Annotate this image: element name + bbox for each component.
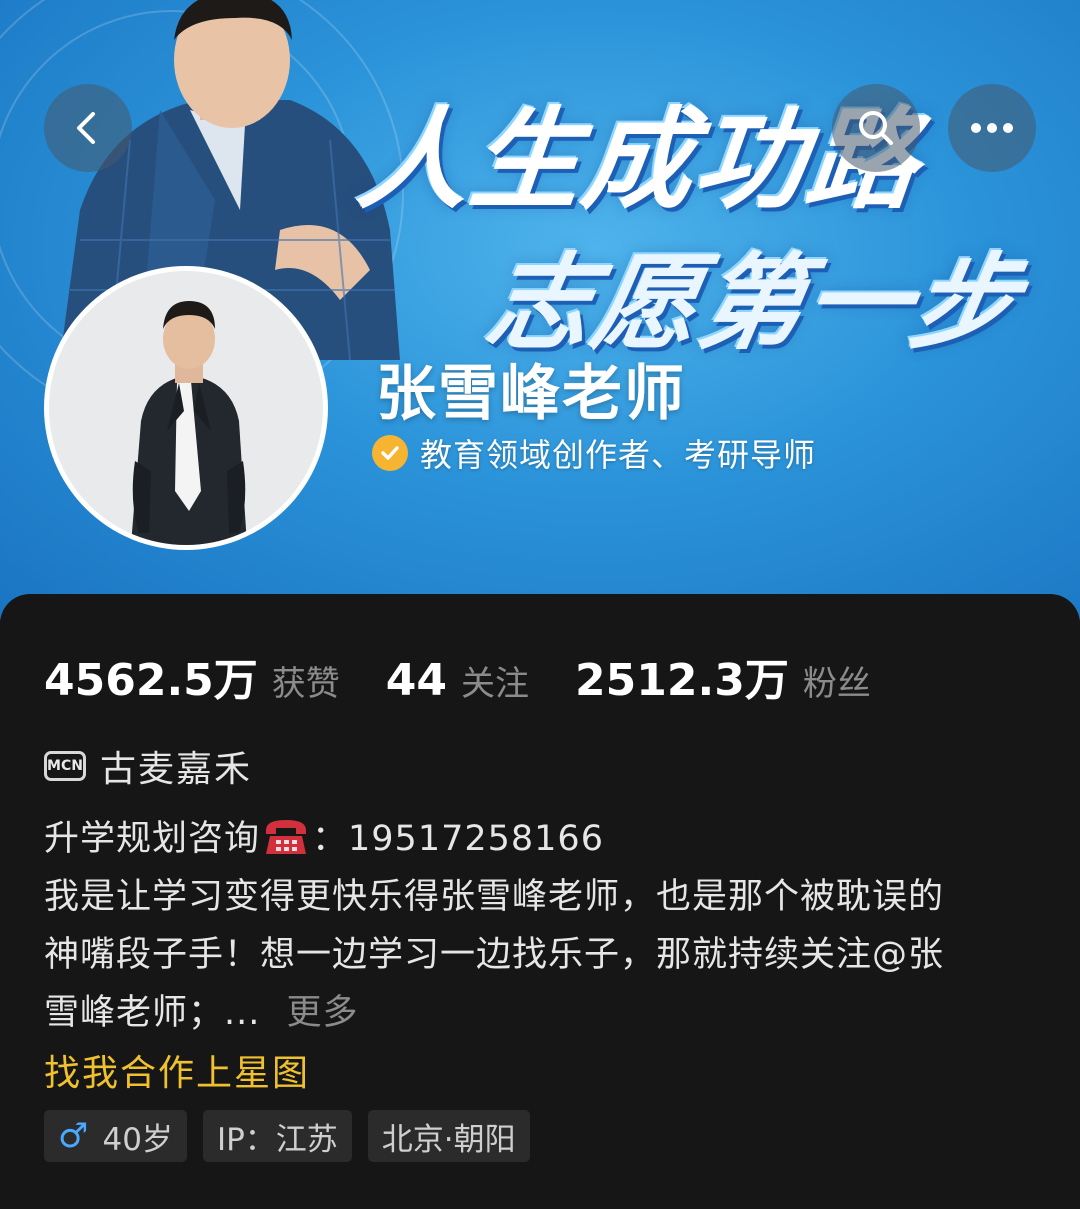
male-icon: ♂	[58, 1116, 89, 1156]
profile-name: 张雪峰老师	[376, 359, 686, 429]
bio-more-link[interactable]: 更多	[287, 993, 359, 1033]
bio-text: 升学规划咨询	[44, 819, 261, 859]
more-dots-icon	[971, 123, 1013, 133]
profile-bio[interactable]: 升学规划咨询 ：19517258166 我是让学习变得更快乐得张雪峰老师，也是那…	[44, 810, 1044, 1042]
stat-following[interactable]: 44 关注	[386, 655, 529, 706]
stat-value: 4562.5万	[44, 655, 258, 706]
avatar-person-image	[131, 301, 247, 545]
tag-age-text: 40岁	[102, 1121, 173, 1158]
bio-phone: ：19517258166	[312, 819, 604, 859]
profile-tags: ♂ 40岁 IP：江苏 北京·朝阳	[44, 1110, 546, 1162]
bio-text: 我是让学习变得更快乐得张雪峰老师，也是那个被耽误的	[44, 877, 945, 917]
tag-location: 北京·朝阳	[367, 1110, 530, 1162]
telephone-icon	[266, 820, 307, 854]
stat-label: 粉丝	[802, 664, 871, 704]
stat-value: 2512.3万	[575, 655, 789, 706]
tag-gender-age: ♂ 40岁	[44, 1110, 187, 1162]
bio-text: 神嘴段子手！想一边学习一边找乐子，那就持续关注@张	[44, 935, 945, 975]
stat-value: 44	[385, 655, 448, 706]
search-icon	[859, 111, 893, 145]
verification-text: 教育领域创作者、考研导师	[420, 436, 817, 474]
stat-likes[interactable]: 4562.5万 获赞	[44, 644, 340, 708]
avatar[interactable]	[44, 266, 328, 550]
stat-label: 获赞	[271, 664, 340, 704]
bio-text: 雪峰老师；...	[44, 993, 261, 1033]
chevron-left-icon	[77, 112, 95, 144]
mcn-name: 古麦嘉禾	[100, 749, 253, 790]
mcn-icon: MCN	[44, 751, 86, 781]
tag-location-text: 北京·朝阳	[381, 1121, 516, 1158]
stat-followers[interactable]: 2512.3万 粉丝	[575, 644, 871, 708]
cooperate-link[interactable]: 找我合作上星图	[44, 1044, 310, 1096]
verified-check-icon	[372, 435, 408, 471]
mcn-agency[interactable]: MCN 古麦嘉禾	[44, 740, 252, 792]
search-button[interactable]	[832, 84, 920, 172]
stats-row: 4562.5万 获赞 44 关注 2512.3万 粉丝	[44, 644, 917, 708]
more-options-button[interactable]	[948, 84, 1036, 172]
tag-ip-text: IP：江苏	[216, 1121, 338, 1158]
verification-info: 教育领域创作者、考研导师	[372, 430, 816, 476]
stat-label: 关注	[461, 664, 530, 704]
tag-ip: IP：江苏	[202, 1110, 352, 1162]
back-button[interactable]	[44, 84, 132, 172]
